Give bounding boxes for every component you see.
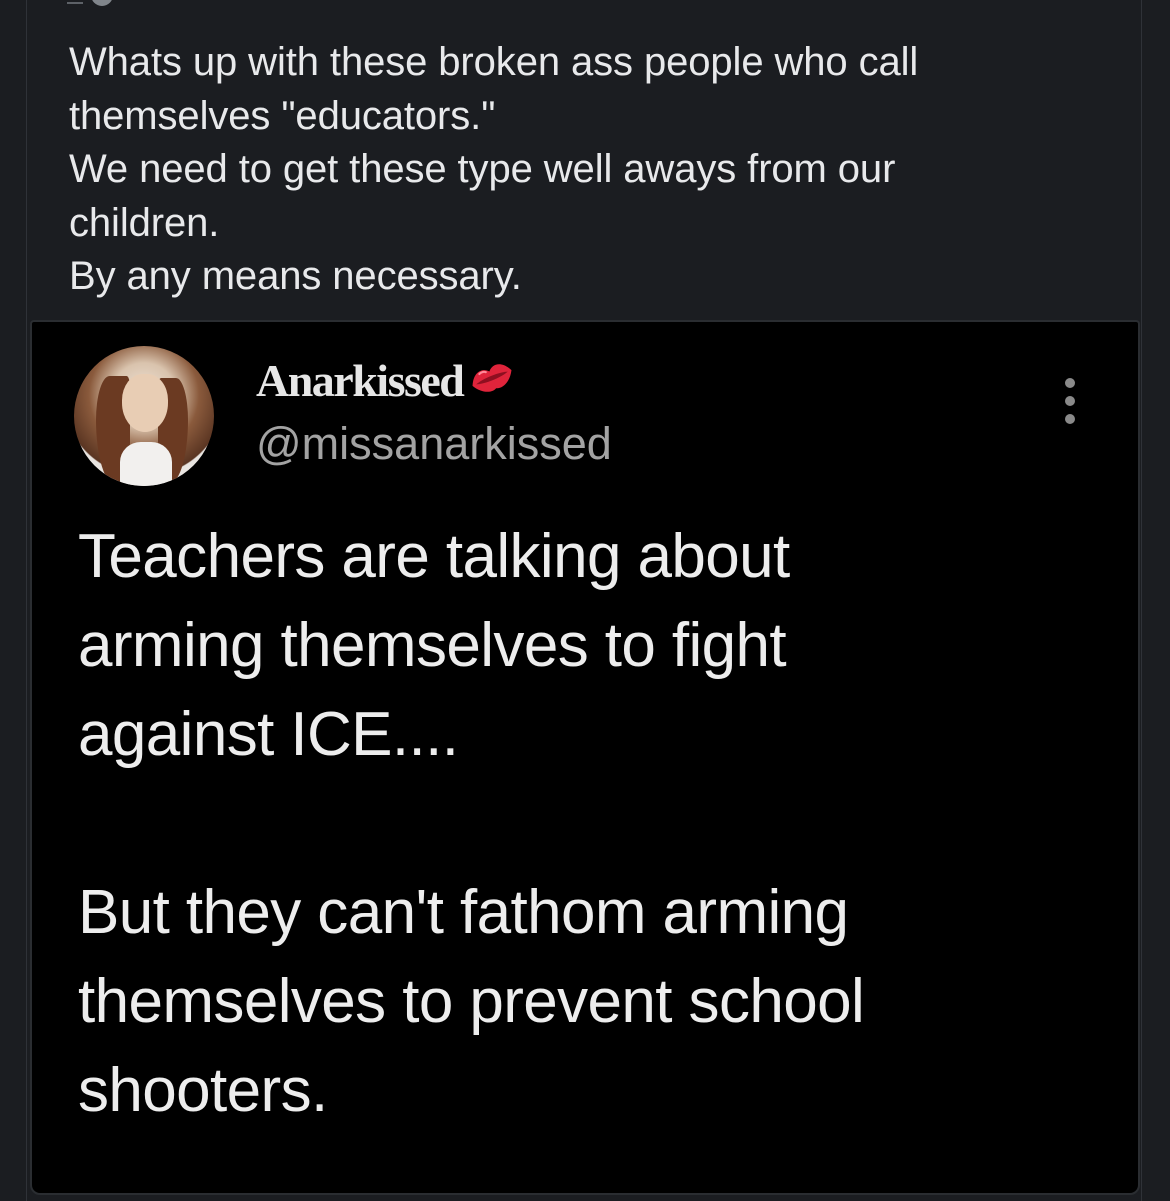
cropped-icon — [91, 0, 113, 6]
tweet-body: Teachers are talking about arming themse… — [78, 512, 1098, 1135]
cropped-glyph — [67, 0, 83, 4]
post-text: Whats up with these broken ass people wh… — [69, 36, 1109, 304]
post-text-line: We need to get these type well aways fro… — [69, 147, 896, 191]
avatar-shirt — [120, 442, 172, 486]
tweet-body-line: against ICE.... — [78, 700, 459, 769]
kiss-mark-icon — [467, 355, 517, 408]
quoted-tweet-image[interactable]: Anarkissed @missanarkissed Teachers are … — [30, 320, 1140, 1195]
cropped-header-fragment — [67, 0, 113, 8]
tweet-body-line: shooters. — [78, 1056, 328, 1125]
tweet-body-line: themselves to prevent school — [78, 967, 865, 1036]
handle[interactable]: @missanarkissed — [256, 418, 612, 470]
tweet-body-line: arming themselves to fight — [78, 611, 787, 680]
tweet-body-line: But they can't fathom arming — [78, 878, 849, 947]
display-name-text: Anarkissed — [256, 355, 465, 406]
display-name[interactable]: Anarkissed — [256, 354, 517, 412]
more-options-icon[interactable] — [1064, 378, 1076, 424]
avatar-face — [122, 374, 168, 432]
post-text-line: Whats up with these broken ass people wh… — [69, 40, 919, 84]
tweet-body-line: Teachers are talking about — [78, 522, 790, 591]
post-text-line: themselves "educators." — [69, 93, 496, 138]
avatar[interactable] — [74, 346, 214, 486]
post-text-line: By any means necessary. — [69, 254, 522, 298]
post-text-line: children. — [69, 200, 220, 245]
